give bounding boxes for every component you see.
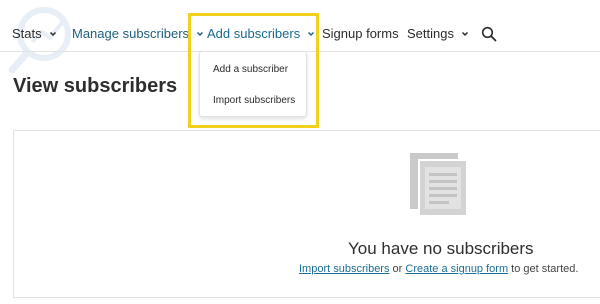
import-subscribers-link[interactable]: Import subscribers [299,263,389,275]
nav-stats-label: Stats [12,26,42,41]
empty-state-suffix-text: to get started. [508,263,579,275]
document-stack-icon [410,153,468,217]
chevron-down-icon [461,31,469,37]
highlight-box [188,13,319,128]
nav-settings[interactable]: Settings [407,26,469,42]
empty-state-message: Import subscribers or Create a signup fo… [299,262,578,276]
search-icon[interactable] [481,26,497,42]
nav-manage-subscribers-label: Manage subscribers [72,26,190,41]
nav-signup-forms-label: Signup forms [322,26,399,41]
page-title: View subscribers [13,75,178,97]
chevron-down-icon [49,31,56,37]
nav-stats[interactable]: Stats [12,26,57,42]
nav-manage-subscribers[interactable]: Manage subscribers [72,26,204,42]
empty-state-title: You have no subscribers [348,239,534,258]
empty-state-or-text: or [389,263,406,275]
create-signup-form-link[interactable]: Create a signup form [405,263,508,275]
nav-settings-label: Settings [407,26,454,41]
nav-signup-forms[interactable]: Signup forms [322,26,399,42]
